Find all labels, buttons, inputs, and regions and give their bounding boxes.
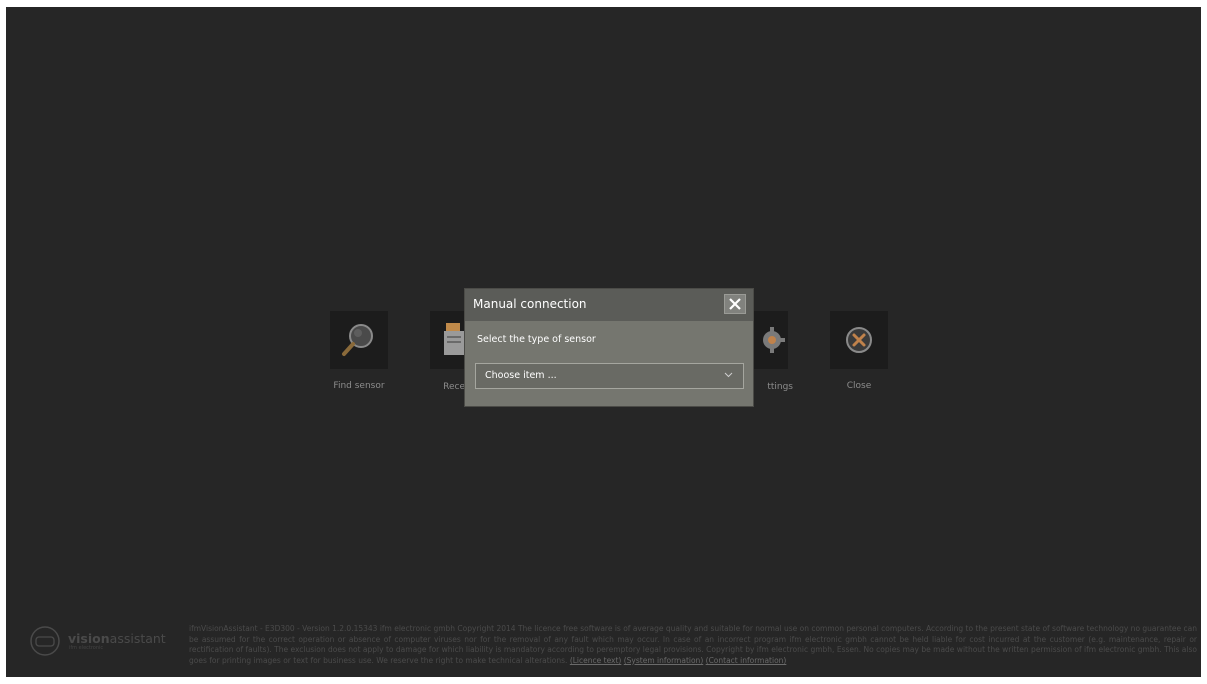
dialog-close-button[interactable] (724, 294, 746, 314)
recent-label: Rece (443, 382, 465, 392)
close-icon (729, 298, 741, 310)
app-window: Find sensor Rece ttings Close Manual con… (6, 7, 1201, 677)
select-value: Choose item ... (485, 370, 557, 381)
licence-link[interactable]: (Licence text) (570, 656, 622, 665)
brand-bold: vision (68, 631, 110, 646)
system-info-link[interactable]: (System information) (624, 656, 704, 665)
close-app-label: Close (846, 381, 872, 391)
find-sensor-tile[interactable]: Find sensor (309, 311, 409, 391)
brand-sub: ifm electronic (69, 645, 104, 651)
sensor-type-select[interactable]: Choose item ... (475, 363, 744, 389)
settings-label: ttings (753, 382, 793, 392)
search-icon (330, 311, 388, 369)
find-sensor-label: Find sensor (333, 381, 385, 391)
manual-connection-dialog: Manual connection Select the type of sen… (465, 289, 753, 406)
chevron-down-icon (724, 372, 733, 378)
close-app-tile[interactable]: Close (809, 311, 909, 391)
contact-info-link[interactable]: (Contact information) (706, 656, 787, 665)
settings-label-text: ttings (767, 382, 793, 392)
ifm-logo: visionassistant ifm electronic (30, 626, 170, 656)
legal-notice: ifmVisionAssistant - E3D300 - Version 1.… (189, 624, 1197, 666)
brand-rest: assistant (109, 631, 166, 646)
dialog-title: Manual connection (473, 297, 587, 311)
close-circle-icon (830, 311, 888, 369)
sensor-type-prompt: Select the type of sensor (477, 334, 596, 345)
dialog-header: Manual connection (465, 289, 753, 321)
brand-name: visionassistant (68, 631, 166, 646)
ifm-logo-icon (30, 626, 60, 656)
